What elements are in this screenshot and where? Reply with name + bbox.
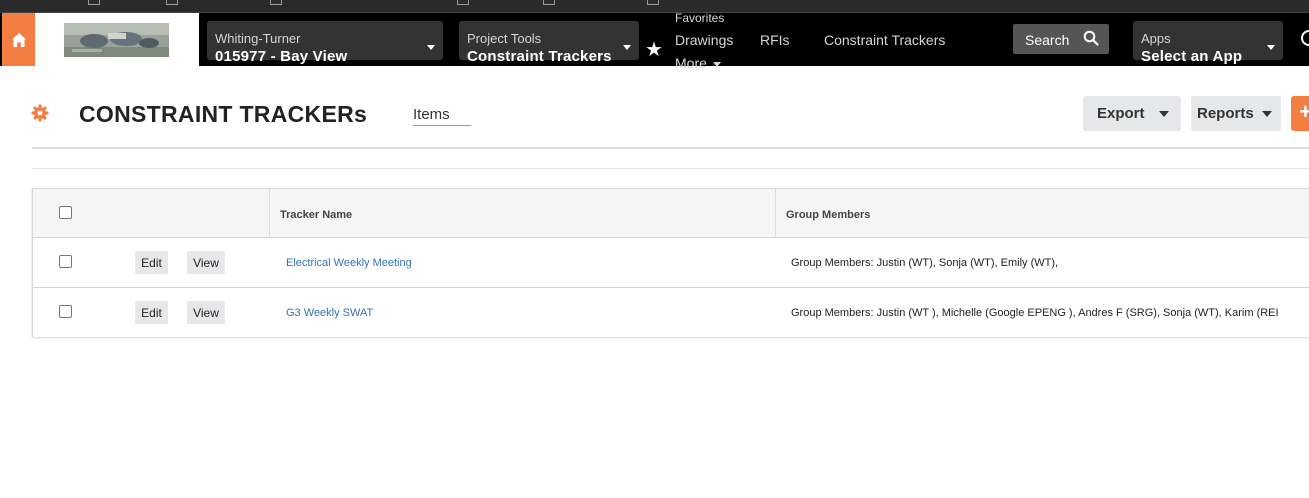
search-label: Search bbox=[1025, 32, 1070, 48]
view-label: View bbox=[193, 306, 219, 320]
view-button[interactable]: View bbox=[187, 251, 225, 274]
chevron-down-icon bbox=[623, 45, 631, 50]
project-selector[interactable]: Whiting-Turner 015977 - Bay View bbox=[207, 21, 443, 65]
chevron-down-icon bbox=[427, 45, 435, 50]
column-divider bbox=[269, 189, 270, 238]
fav-link-rfis[interactable]: RFIs bbox=[760, 32, 790, 48]
more-menu[interactable]: More bbox=[675, 55, 721, 71]
search-icon bbox=[1083, 30, 1099, 46]
user-avatar-icon[interactable] bbox=[1301, 30, 1309, 46]
chevron-down-icon bbox=[1267, 45, 1275, 50]
project-tools-selector[interactable]: Project Tools Constraint Trackers bbox=[459, 21, 639, 65]
edit-button[interactable]: Edit bbox=[135, 301, 168, 324]
project-tools-label: Project Tools bbox=[467, 31, 542, 46]
apps-value: Select an App bbox=[1141, 48, 1243, 65]
project-value: 015977 - Bay View bbox=[215, 48, 348, 65]
reports-label: Reports bbox=[1197, 105, 1254, 122]
project-photo bbox=[64, 23, 169, 57]
export-label: Export bbox=[1097, 105, 1145, 122]
favorites-label: Favorites bbox=[675, 11, 725, 25]
project-tools-value: Constraint Trackers bbox=[467, 48, 612, 65]
home-button[interactable] bbox=[2, 13, 35, 66]
group-members-text: Group Members: Justin (WT), Sonja (WT), … bbox=[791, 257, 1059, 269]
view-button[interactable]: View bbox=[187, 301, 225, 324]
divider bbox=[32, 168, 1309, 169]
edit-label: Edit bbox=[141, 256, 162, 270]
tracker-name-link[interactable]: Electrical Weekly Meeting bbox=[286, 257, 412, 269]
view-label: View bbox=[193, 256, 219, 270]
apps-label: Apps bbox=[1141, 31, 1171, 46]
row-checkbox[interactable] bbox=[59, 255, 72, 268]
fav-link-constraint-trackers[interactable]: Constraint Trackers bbox=[824, 32, 945, 48]
fav-link-drawings[interactable]: Drawings bbox=[675, 32, 733, 48]
table-header: Tracker Name Group Members bbox=[33, 189, 1309, 238]
company-label: Whiting-Turner bbox=[215, 31, 301, 46]
add-button[interactable]: + bbox=[1291, 96, 1309, 131]
bookmark-icon[interactable] bbox=[88, 0, 100, 5]
home-icon bbox=[11, 32, 26, 47]
row-checkbox[interactable] bbox=[59, 305, 72, 318]
group-members-text: Group Members: Justin (WT ), Michelle (G… bbox=[791, 307, 1279, 319]
bookmark-icon[interactable] bbox=[543, 0, 555, 5]
select-all-checkbox[interactable] bbox=[59, 206, 72, 219]
star-icon[interactable]: ★ bbox=[645, 40, 663, 60]
tab-items[interactable]: Items bbox=[413, 106, 471, 126]
search-button[interactable]: Search bbox=[1013, 24, 1109, 54]
bookmark-icon[interactable] bbox=[647, 0, 659, 5]
edit-button[interactable]: Edit bbox=[135, 251, 168, 274]
column-header-tracker-name[interactable]: Tracker Name bbox=[280, 209, 352, 221]
tracker-name-link[interactable]: G3 Weekly SWAT bbox=[286, 307, 373, 319]
tracker-table: Tracker Name Group Members Edit View Ele… bbox=[32, 188, 1309, 337]
bookmark-icon[interactable] bbox=[270, 0, 282, 5]
page-title: CONSTRAINT TRACKERs bbox=[79, 101, 368, 127]
table-row: Edit View Electrical Weekly Meeting Grou… bbox=[33, 238, 1309, 288]
chevron-down-icon bbox=[712, 61, 721, 67]
browser-chrome-strip bbox=[0, 0, 1309, 13]
chevron-down-icon bbox=[1159, 111, 1169, 117]
column-divider bbox=[775, 189, 776, 238]
bookmark-icon[interactable] bbox=[457, 0, 469, 5]
top-nav-bar: Whiting-Turner 015977 - Bay View Project… bbox=[0, 11, 1309, 71]
divider bbox=[32, 147, 1309, 149]
column-header-group-members[interactable]: Group Members bbox=[786, 209, 870, 221]
project-logo[interactable] bbox=[35, 13, 199, 66]
reports-button[interactable]: Reports bbox=[1191, 96, 1281, 131]
more-label: More bbox=[675, 55, 707, 71]
gear-icon[interactable] bbox=[31, 104, 49, 122]
add-icon: + bbox=[1299, 99, 1309, 124]
edit-label: Edit bbox=[141, 306, 162, 320]
chevron-down-icon bbox=[1262, 111, 1272, 117]
bookmark-icon[interactable] bbox=[166, 0, 178, 5]
export-button[interactable]: Export bbox=[1083, 96, 1181, 131]
table-row: Edit View G3 Weekly SWAT Group Members: … bbox=[33, 287, 1309, 337]
apps-selector[interactable]: Apps Select an App bbox=[1133, 21, 1283, 65]
